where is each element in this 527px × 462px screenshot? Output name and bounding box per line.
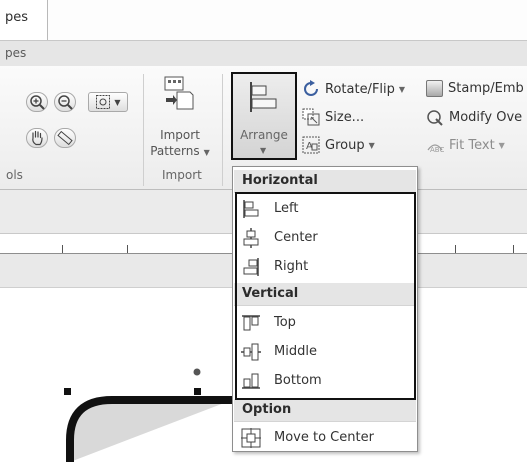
title-strip bbox=[0, 0, 527, 40]
group-icon: A bbox=[302, 136, 320, 154]
size-label: Size... bbox=[325, 109, 365, 125]
selection-handle bbox=[194, 388, 201, 395]
modify-icon bbox=[427, 110, 443, 126]
hand-icon bbox=[32, 130, 43, 146]
menu-item-move-to-center[interactable]: Move to Center bbox=[234, 423, 416, 452]
zoom-in-button[interactable] bbox=[26, 92, 48, 112]
ruler-tick bbox=[455, 245, 456, 253]
rotate-icon bbox=[304, 80, 318, 96]
zoom-out-button[interactable] bbox=[54, 92, 76, 112]
zoom-out-icon bbox=[58, 95, 73, 110]
import-group-label: Import bbox=[162, 168, 202, 182]
ruler-tick bbox=[62, 245, 63, 253]
modify-label: Modify Ove bbox=[449, 109, 523, 125]
selection-handle bbox=[64, 388, 71, 395]
fit-text-label: Fit Text bbox=[449, 137, 495, 153]
tab-row bbox=[0, 40, 527, 66]
arrange-button[interactable]: Arrange ▼ bbox=[231, 72, 297, 160]
import-label-line2: Patterns ▼ bbox=[150, 144, 210, 158]
resize-icon bbox=[302, 108, 320, 126]
fit-text-button[interactable]: ABC Fit Text ▼ bbox=[426, 136, 505, 154]
zoom-view-icon bbox=[96, 95, 111, 109]
tab-label: pes bbox=[5, 10, 29, 25]
chevron-down-icon: ▼ bbox=[260, 146, 267, 155]
import-label-line1: Import bbox=[160, 128, 200, 142]
stamp-button[interactable]: Stamp/Emb bbox=[426, 80, 524, 97]
group-separator bbox=[143, 74, 144, 186]
zoom-in-icon bbox=[30, 95, 45, 110]
modify-button[interactable]: Modify Ove bbox=[426, 108, 522, 126]
chevron-down-icon: ▼ bbox=[368, 140, 375, 150]
import-patterns-button[interactable]: Import Patterns ▼ bbox=[150, 72, 210, 164]
ruler-icon bbox=[57, 130, 73, 146]
measure-button[interactable] bbox=[54, 128, 76, 148]
group-separator bbox=[222, 74, 223, 186]
arrange-label: Arrange bbox=[240, 128, 288, 142]
chevron-down-icon: ▼ bbox=[398, 84, 406, 94]
svg-text:ABC: ABC bbox=[430, 146, 444, 154]
size-button[interactable]: Size... bbox=[302, 108, 364, 126]
rotate-flip-label: Rotate/Flip bbox=[325, 81, 395, 97]
selected-shape bbox=[66, 396, 232, 462]
chevron-down-icon: ▼ bbox=[114, 97, 121, 107]
menu-item-label: Move to Center bbox=[274, 430, 374, 445]
menu-section-option: Option bbox=[234, 399, 416, 422]
arrange-align-icon bbox=[250, 82, 277, 112]
chevron-down-icon: ▼ bbox=[498, 140, 505, 150]
stamp-label: Stamp/Emb bbox=[448, 81, 524, 96]
ribbon-tab-shapes[interactable]: pes bbox=[0, 0, 48, 40]
fit-text-icon: ABC bbox=[427, 144, 444, 154]
tab-row-label: pes bbox=[5, 46, 27, 60]
zoom-view-dropdown[interactable]: ▼ bbox=[88, 92, 128, 112]
chevron-down-icon: ▼ bbox=[203, 148, 210, 157]
tools-group-label: ols bbox=[6, 168, 23, 182]
highlight-frame bbox=[235, 192, 416, 400]
pan-button[interactable] bbox=[26, 128, 48, 148]
group-label: Group bbox=[325, 137, 365, 153]
rotate-flip-button[interactable]: Rotate/Flip ▼ bbox=[302, 80, 405, 98]
stamp-icon bbox=[426, 80, 443, 97]
rotate-handle bbox=[193, 368, 201, 376]
import-patterns-icon bbox=[164, 76, 194, 110]
move-to-center-icon bbox=[241, 427, 261, 448]
ruler-tick bbox=[127, 245, 128, 253]
ruler-tick bbox=[513, 245, 514, 253]
group-button[interactable]: A Group ▼ bbox=[302, 136, 375, 154]
menu-section-horizontal: Horizontal bbox=[234, 170, 416, 193]
